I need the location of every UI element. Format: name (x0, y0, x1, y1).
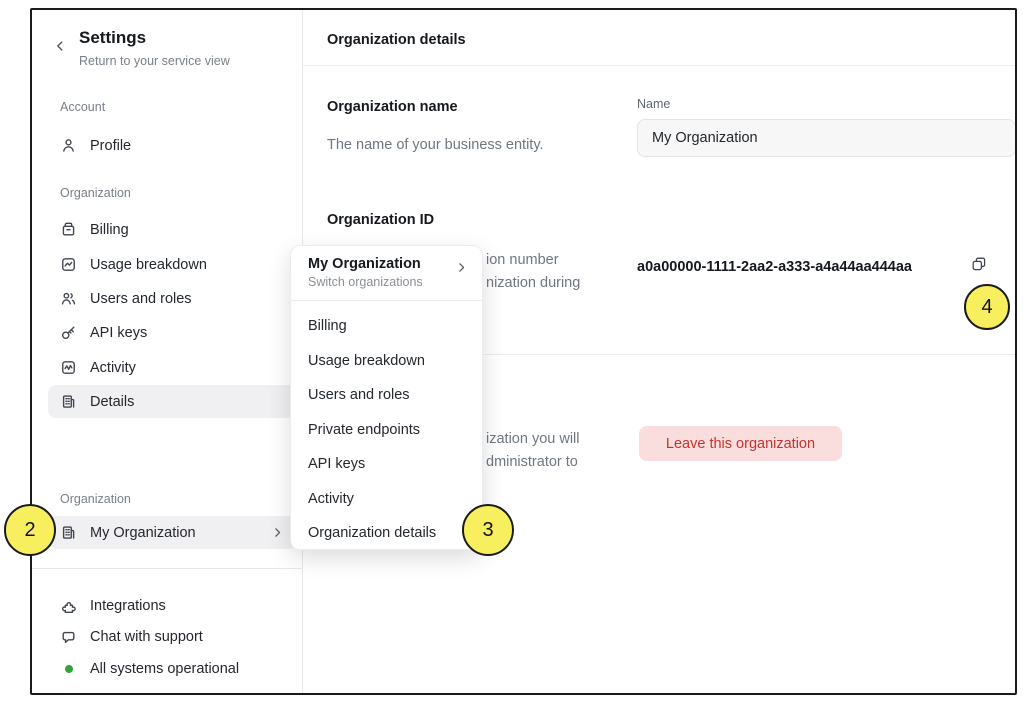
sidebar-item-chat-with-support[interactable]: Chat with support (60, 624, 203, 650)
sidebar-item-billing[interactable]: Billing (48, 213, 296, 246)
sidebar-item-profile[interactable]: Profile (48, 129, 296, 162)
menu-item-activity[interactable]: Activity (291, 482, 482, 517)
status-label: All systems operational (90, 661, 239, 677)
sidebar-item-integrations[interactable]: Integrations (60, 593, 166, 619)
organization-switcher-menu: My Organization Switch organizations Bil… (290, 245, 483, 550)
organization-id-heading: Organization ID (327, 212, 434, 228)
menu-item-users-and-roles[interactable]: Users and roles (291, 378, 482, 413)
description-fragment: nization during (486, 272, 580, 295)
sidebar-item-label: Billing (90, 222, 129, 238)
sidebar-item-label: My Organization (90, 525, 196, 541)
sidebar-item-users-and-roles[interactable]: Users and roles (48, 282, 296, 315)
sidebar-item-label: Profile (90, 138, 131, 154)
menu-subtitle: Switch organizations (308, 275, 423, 289)
sidebar-item-label: Activity (90, 360, 136, 376)
callout-step-2: 2 (4, 504, 56, 556)
sidebar-item-my-organization[interactable]: My Organization (48, 516, 296, 549)
sidebar-item-label: Chat with support (90, 629, 203, 645)
sidebar-subtitle: Return to your service view (79, 54, 230, 68)
callout-step-4: 4 (964, 284, 1010, 330)
chevron-right-icon (455, 261, 468, 274)
activity-icon (60, 359, 77, 376)
section-label-account: Account (60, 100, 105, 114)
copy-icon (970, 255, 988, 273)
building-icon (60, 393, 77, 410)
organization-id-value: a0a00000-1111-2aa2-a333-a4a44aa444aa (637, 259, 912, 275)
sidebar-item-system-status[interactable]: All systems operational (60, 656, 239, 682)
name-field-label: Name (637, 97, 670, 111)
divider (302, 65, 1015, 66)
description-fragment: ion number (486, 249, 580, 272)
chevron-left-icon (53, 39, 71, 53)
app-window: Settings Return to your service view Acc… (30, 8, 1017, 695)
menu-item-usage-breakdown[interactable]: Usage breakdown (291, 344, 482, 379)
organization-name-input[interactable] (637, 119, 1016, 157)
sidebar-item-details[interactable]: Details (48, 385, 296, 418)
menu-items: Billing Usage breakdown Users and roles … (291, 300, 482, 551)
organization-name-description: The name of your business entity. (327, 137, 544, 153)
sidebar-item-label: API keys (90, 325, 147, 341)
chat-bubble-icon (60, 629, 77, 646)
sidebar-title: Settings (79, 28, 146, 48)
copy-id-button[interactable] (968, 253, 990, 275)
section-label-organization: Organization (60, 186, 131, 200)
usage-chart-icon (60, 256, 77, 273)
menu-item-api-keys[interactable]: API keys (291, 447, 482, 482)
building-icon (60, 524, 77, 541)
sidebar-item-label: Details (90, 394, 134, 410)
sidebar-item-label: Users and roles (90, 291, 192, 307)
person-icon (60, 137, 77, 154)
section-label-organization-switcher: Organization (60, 492, 131, 506)
leave-description-partial: ization you will dministrator to (486, 428, 580, 474)
menu-item-organization-details[interactable]: Organization details (291, 516, 482, 551)
sidebar-item-label: Integrations (90, 598, 166, 614)
chevron-right-icon (271, 526, 284, 539)
sidebar-item-api-keys[interactable]: API keys (48, 316, 296, 349)
menu-title[interactable]: My Organization (308, 256, 421, 272)
puzzle-icon (60, 598, 77, 615)
menu-item-private-endpoints[interactable]: Private endpoints (291, 413, 482, 448)
divider (32, 568, 302, 569)
menu-item-billing[interactable]: Billing (291, 309, 482, 344)
key-icon (60, 324, 77, 341)
page-title: Organization details (327, 32, 466, 48)
sidebar-item-activity[interactable]: Activity (48, 351, 296, 384)
description-fragment: dministrator to (486, 451, 580, 474)
organization-id-description-partial: ion number nization during (486, 249, 580, 295)
users-icon (60, 290, 77, 307)
sidebar-item-label: Usage breakdown (90, 257, 207, 273)
status-dot (65, 665, 73, 673)
sidebar-item-usage-breakdown[interactable]: Usage breakdown (48, 248, 296, 281)
leave-organization-button[interactable]: Leave this organization (639, 426, 842, 461)
billing-icon (60, 221, 77, 238)
organization-name-heading: Organization name (327, 99, 458, 115)
callout-step-3: 3 (462, 504, 514, 556)
description-fragment: ization you will (486, 428, 580, 451)
back-button[interactable] (53, 37, 71, 55)
